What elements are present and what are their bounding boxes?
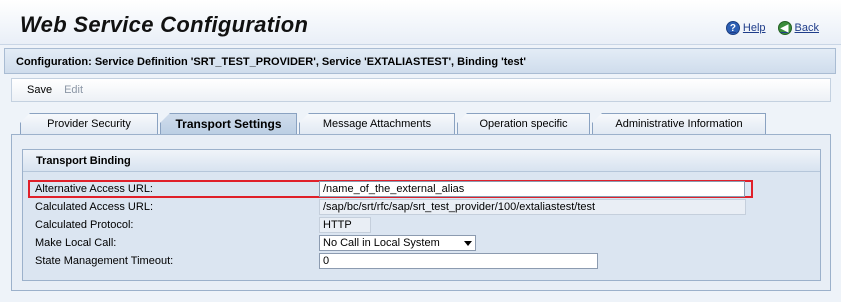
tab-operation-specific[interactable]: Operation specific <box>457 113 590 134</box>
back-link[interactable]: ◀ Back <box>777 21 819 35</box>
alternative-access-url-input[interactable]: /name_of_the_external_alias <box>319 181 745 197</box>
save-button[interactable]: Save <box>27 84 52 96</box>
make-local-call-label: Make Local Call: <box>35 237 117 249</box>
state-management-timeout-label: State Management Timeout: <box>35 255 174 267</box>
title-bar: Web Service Configuration ? Help ◀ Back <box>0 0 841 45</box>
transport-binding-group: Transport Binding Alternative Access URL… <box>22 149 821 281</box>
configuration-banner: Configuration: Service Definition 'SRT_T… <box>4 48 836 74</box>
make-local-call-value: No Call in Local System <box>323 237 440 249</box>
page-title: Web Service Configuration <box>20 12 309 37</box>
row-make-local-call: Make Local Call: No Call in Local System <box>23 235 813 251</box>
row-state-management-timeout: State Management Timeout: 0 <box>23 253 813 269</box>
help-label: Help <box>742 22 766 34</box>
tab-message-attachments[interactable]: Message Attachments <box>299 113 455 134</box>
tab-administrative-information[interactable]: Administrative Information <box>592 113 766 134</box>
row-alternative-access-url: Alternative Access URL: /name_of_the_ext… <box>23 181 813 197</box>
group-title: Transport Binding <box>23 150 820 172</box>
toolbar: Save Edit <box>11 78 831 102</box>
help-icon: ? <box>725 21 740 35</box>
tab-content-panel: Transport Binding Alternative Access URL… <box>11 134 831 291</box>
calculated-access-url-label: Calculated Access URL: <box>35 201 153 213</box>
tab-transport-settings[interactable]: Transport Settings <box>160 113 297 134</box>
row-calculated-access-url: Calculated Access URL: /sap/bc/srt/rfc/s… <box>23 199 813 215</box>
calculated-protocol-field: HTTP <box>319 217 371 233</box>
back-label: Back <box>794 22 819 34</box>
calculated-protocol-label: Calculated Protocol: <box>35 219 134 231</box>
make-local-call-select[interactable]: No Call in Local System <box>319 235 476 251</box>
title-links: ? Help ◀ Back <box>725 21 819 35</box>
row-calculated-protocol: Calculated Protocol: HTTP <box>23 217 813 233</box>
tab-provider-security[interactable]: Provider Security <box>20 113 158 134</box>
back-arrow-icon: ◀ <box>777 21 792 35</box>
help-link[interactable]: ? Help <box>725 21 766 35</box>
tab-strip: Provider Security Transport Settings Mes… <box>20 113 768 134</box>
chevron-down-icon <box>464 241 472 246</box>
state-management-timeout-input[interactable]: 0 <box>319 253 598 269</box>
alternative-access-url-label: Alternative Access URL: <box>35 183 153 195</box>
edit-button[interactable]: Edit <box>64 84 83 96</box>
calculated-access-url-field: /sap/bc/srt/rfc/sap/srt_test_provider/10… <box>319 199 746 215</box>
